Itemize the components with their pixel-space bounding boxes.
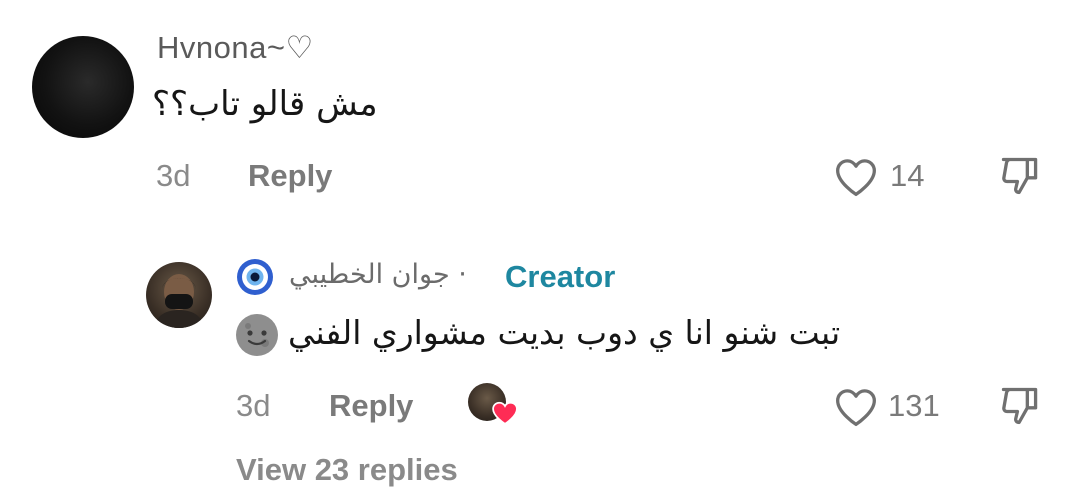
thumbs-down-outline-icon[interactable]: [998, 154, 1042, 198]
reply-button[interactable]: Reply: [248, 158, 332, 194]
comment-age: 3d: [156, 158, 191, 193]
creator-badge: Creator: [505, 259, 616, 294]
reply-text: تبت شنو انا ي دوب بديت مشواري الفني: [288, 313, 841, 352]
reply-button[interactable]: Reply: [329, 388, 413, 424]
evil-eye-icon: [237, 259, 273, 295]
creator-avatar[interactable]: [146, 262, 212, 328]
like-count: 14: [890, 158, 925, 193]
creator-liked-badge: [468, 383, 518, 429]
moon-face-emoji-icon: [236, 314, 278, 356]
comment-text: مش قالو تاب؟؟: [152, 84, 378, 124]
heart-badge-icon: [492, 401, 518, 425]
creator-avatar-art: [154, 274, 204, 328]
view-replies-link[interactable]: View 23 replies: [236, 452, 458, 488]
comment-username[interactable]: Hvnona~♡: [157, 30, 314, 66]
like-count: 131: [888, 388, 940, 423]
heart-outline-icon[interactable]: [834, 156, 878, 198]
creator-name[interactable]: جوان الخطيبي ·: [289, 259, 467, 290]
reply-age: 3d: [236, 388, 271, 423]
commenter-avatar[interactable]: [32, 36, 134, 138]
thumbs-down-outline-icon[interactable]: [998, 384, 1042, 428]
heart-outline-icon[interactable]: [834, 386, 878, 428]
